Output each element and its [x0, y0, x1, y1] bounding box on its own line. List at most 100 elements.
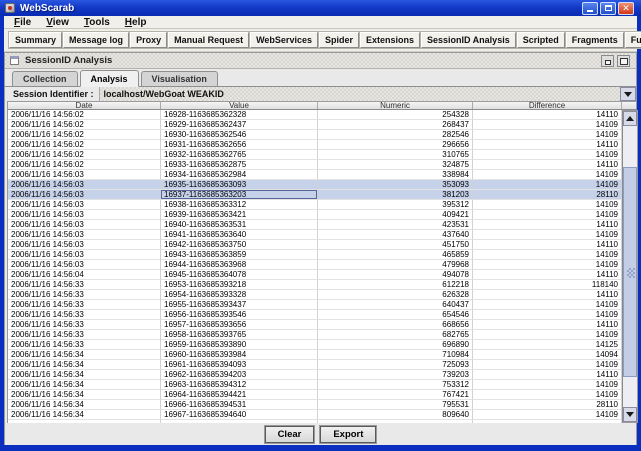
table-row[interactable]: 2006/11/16 14:56:3316956-116368539354665… [8, 310, 622, 320]
session-identifier-label: Session Identifier : [5, 89, 94, 99]
column-header-difference[interactable]: Difference [473, 102, 622, 109]
table-row[interactable]: 2006/11/16 14:56:0316942-116368536375045… [8, 240, 622, 250]
menu-tools[interactable]: Tools [79, 17, 115, 28]
cell-value: 16956-1163685393546 [161, 310, 318, 320]
cell-value: 16954-1163685393328 [161, 290, 318, 300]
cell-value: 16939-1163685363421 [161, 210, 318, 220]
table-row[interactable]: 2006/11/16 14:56:3416963-116368539431275… [8, 380, 622, 390]
minimize-button[interactable] [582, 2, 598, 15]
cell-numeric: 254328 [318, 110, 473, 120]
scrollbar-thumb[interactable] [623, 167, 637, 377]
table-row[interactable]: 2006/11/16 14:56:0216932-116368536276531… [8, 150, 622, 160]
session-identifier-combobox[interactable]: localhost/WebGoat WEAKID [99, 87, 636, 101]
table-row[interactable]: 2006/11/16 14:56:0316943-116368536385946… [8, 250, 622, 260]
cell-date: 2006/11/16 14:56:33 [8, 300, 161, 310]
cell-date: 2006/11/16 14:56:33 [8, 310, 161, 320]
table-row[interactable]: 2006/11/16 14:56:3416964-116368539442176… [8, 390, 622, 400]
table-row[interactable]: 2006/11/16 14:56:0216929-116368536243726… [8, 120, 622, 130]
cell-difference: 14110 [473, 160, 622, 170]
toolbar-button-scripted[interactable]: Scripted [517, 32, 565, 48]
table-row[interactable]: 2006/11/16 14:56:3316955-116368539343764… [8, 300, 622, 310]
maximize-button[interactable] [600, 2, 616, 15]
menu-view[interactable]: View [41, 17, 74, 28]
scroll-down-button[interactable] [623, 407, 637, 422]
table-row[interactable]: 2006/11/16 14:56:0216933-116368536287532… [8, 160, 622, 170]
table-row[interactable]: 2006/11/16 14:56:0416945-116368536407849… [8, 270, 622, 280]
menu-help[interactable]: Help [120, 17, 152, 28]
cell-numeric: 795531 [318, 400, 473, 410]
export-button[interactable]: Export [320, 426, 376, 443]
cell-difference: 14109 [473, 260, 622, 270]
tab-collection[interactable]: Collection [12, 71, 78, 86]
toolbar-button-message-log[interactable]: Message log [63, 32, 129, 48]
cell-numeric: 640437 [318, 300, 473, 310]
cell-date: 2006/11/16 14:56:03 [8, 210, 161, 220]
table-row[interactable]: 2006/11/16 14:56:3316958-116368539376568… [8, 330, 622, 340]
table-row[interactable]: 2006/11/16 14:56:0316938-116368536331239… [8, 200, 622, 210]
table-row[interactable]: 2006/11/16 14:56:0316934-116368536298433… [8, 170, 622, 180]
vertical-scrollbar[interactable] [622, 110, 638, 423]
table-row[interactable]: 2006/11/16 14:56:3316959-116368539389069… [8, 340, 622, 350]
table-row[interactable]: 2006/11/16 14:56:3416960-116368539398471… [8, 350, 622, 360]
table-row[interactable]: 2006/11/16 14:56:0216928-116368536232825… [8, 110, 622, 120]
tab-analysis[interactable]: Analysis [80, 70, 139, 87]
menu-file[interactable]: File [9, 17, 36, 28]
cell-value: 16945-1163685364078 [161, 270, 318, 280]
column-header-value[interactable]: Value [161, 102, 318, 109]
internal-frame-titlebar[interactable]: SessionID Analysis [5, 53, 636, 69]
cell-value: 16967-1163685394640 [161, 410, 318, 420]
table-row[interactable]: 2006/11/16 14:56:3416961-116368539409372… [8, 360, 622, 370]
restore-button[interactable] [601, 55, 614, 67]
cell-difference: 14110 [473, 140, 622, 150]
cell-value: 16943-1163685363859 [161, 250, 318, 260]
combobox-dropdown-button[interactable] [620, 87, 636, 101]
frame-maximize-button[interactable] [617, 55, 630, 67]
table-row[interactable]: 2006/11/16 14:56:0216930-116368536254628… [8, 130, 622, 140]
toolbar-button-proxy[interactable]: Proxy [130, 32, 167, 48]
cell-difference: 28110 [473, 400, 622, 410]
toolbar-button-fuzzer[interactable]: Fuzzer [625, 32, 641, 48]
cell-date: 2006/11/16 14:56:03 [8, 200, 161, 210]
table-row[interactable]: 2006/11/16 14:56:3416967-116368539464080… [8, 410, 622, 420]
toolbar-button-webservices[interactable]: WebServices [250, 32, 318, 48]
table-row[interactable]: 2006/11/16 14:56:3416966-116368539453179… [8, 400, 622, 410]
table-row[interactable]: 2006/11/16 14:56:3416962-116368539420373… [8, 370, 622, 380]
cell-difference: 14094 [473, 350, 622, 360]
toolbar-button-extensions[interactable]: Extensions [360, 32, 420, 48]
cell-numeric: 268437 [318, 120, 473, 130]
window-titlebar[interactable]: WebScarab ✕ [0, 0, 641, 16]
cell-date: 2006/11/16 14:56:34 [8, 410, 161, 420]
table-row[interactable]: 2006/11/16 14:56:0316941-116368536364043… [8, 230, 622, 240]
table-row[interactable]: 2006/11/16 14:56:3316954-116368539332862… [8, 290, 622, 300]
frame-maximize-icon [620, 58, 628, 65]
table-row[interactable]: 2006/11/16 14:56:3316953-116368539321861… [8, 280, 622, 290]
column-header-numeric[interactable]: Numeric [318, 102, 473, 109]
clear-button[interactable]: Clear [265, 426, 315, 443]
table-row[interactable]: 2006/11/16 14:56:0316944-116368536396847… [8, 260, 622, 270]
cell-value: 16935-1163685363093 [161, 180, 318, 190]
table-row[interactable]: 2006/11/16 14:56:0316937-116368536320338… [8, 190, 622, 200]
close-button[interactable]: ✕ [618, 2, 634, 15]
cell-date: 2006/11/16 14:56:04 [8, 270, 161, 280]
toolbar-button-fragments[interactable]: Fragments [566, 32, 624, 48]
column-header-date[interactable]: Date [8, 102, 161, 109]
cell-date: 2006/11/16 14:56:03 [8, 260, 161, 270]
cell-date: 2006/11/16 14:56:03 [8, 170, 161, 180]
cell-numeric: 381203 [318, 190, 473, 200]
toolbar-button-spider[interactable]: Spider [319, 32, 359, 48]
cell-difference: 14110 [473, 110, 622, 120]
cell-value: 16959-1163685393890 [161, 340, 318, 350]
cell-value: 16953-1163685393218 [161, 280, 318, 290]
scroll-up-button[interactable] [623, 111, 637, 126]
cell-date: 2006/11/16 14:56:34 [8, 350, 161, 360]
table-row[interactable]: 2006/11/16 14:56:3316957-116368539365666… [8, 320, 622, 330]
table-row[interactable]: 2006/11/16 14:56:0216931-116368536265629… [8, 140, 622, 150]
toolbar-button-summary[interactable]: Summary [9, 32, 62, 48]
table-row[interactable]: 2006/11/16 14:56:0316935-116368536309335… [8, 180, 622, 190]
table-row[interactable]: 2006/11/16 14:56:0316939-116368536342140… [8, 210, 622, 220]
sessionid-analysis-frame: SessionID Analysis CollectionAnalysisVis… [4, 52, 637, 445]
toolbar-button-sessionid-analysis[interactable]: SessionID Analysis [421, 32, 516, 48]
tab-visualisation[interactable]: Visualisation [141, 71, 218, 86]
table-row[interactable]: 2006/11/16 14:56:0316940-116368536353142… [8, 220, 622, 230]
toolbar-button-manual-request[interactable]: Manual Request [168, 32, 249, 48]
